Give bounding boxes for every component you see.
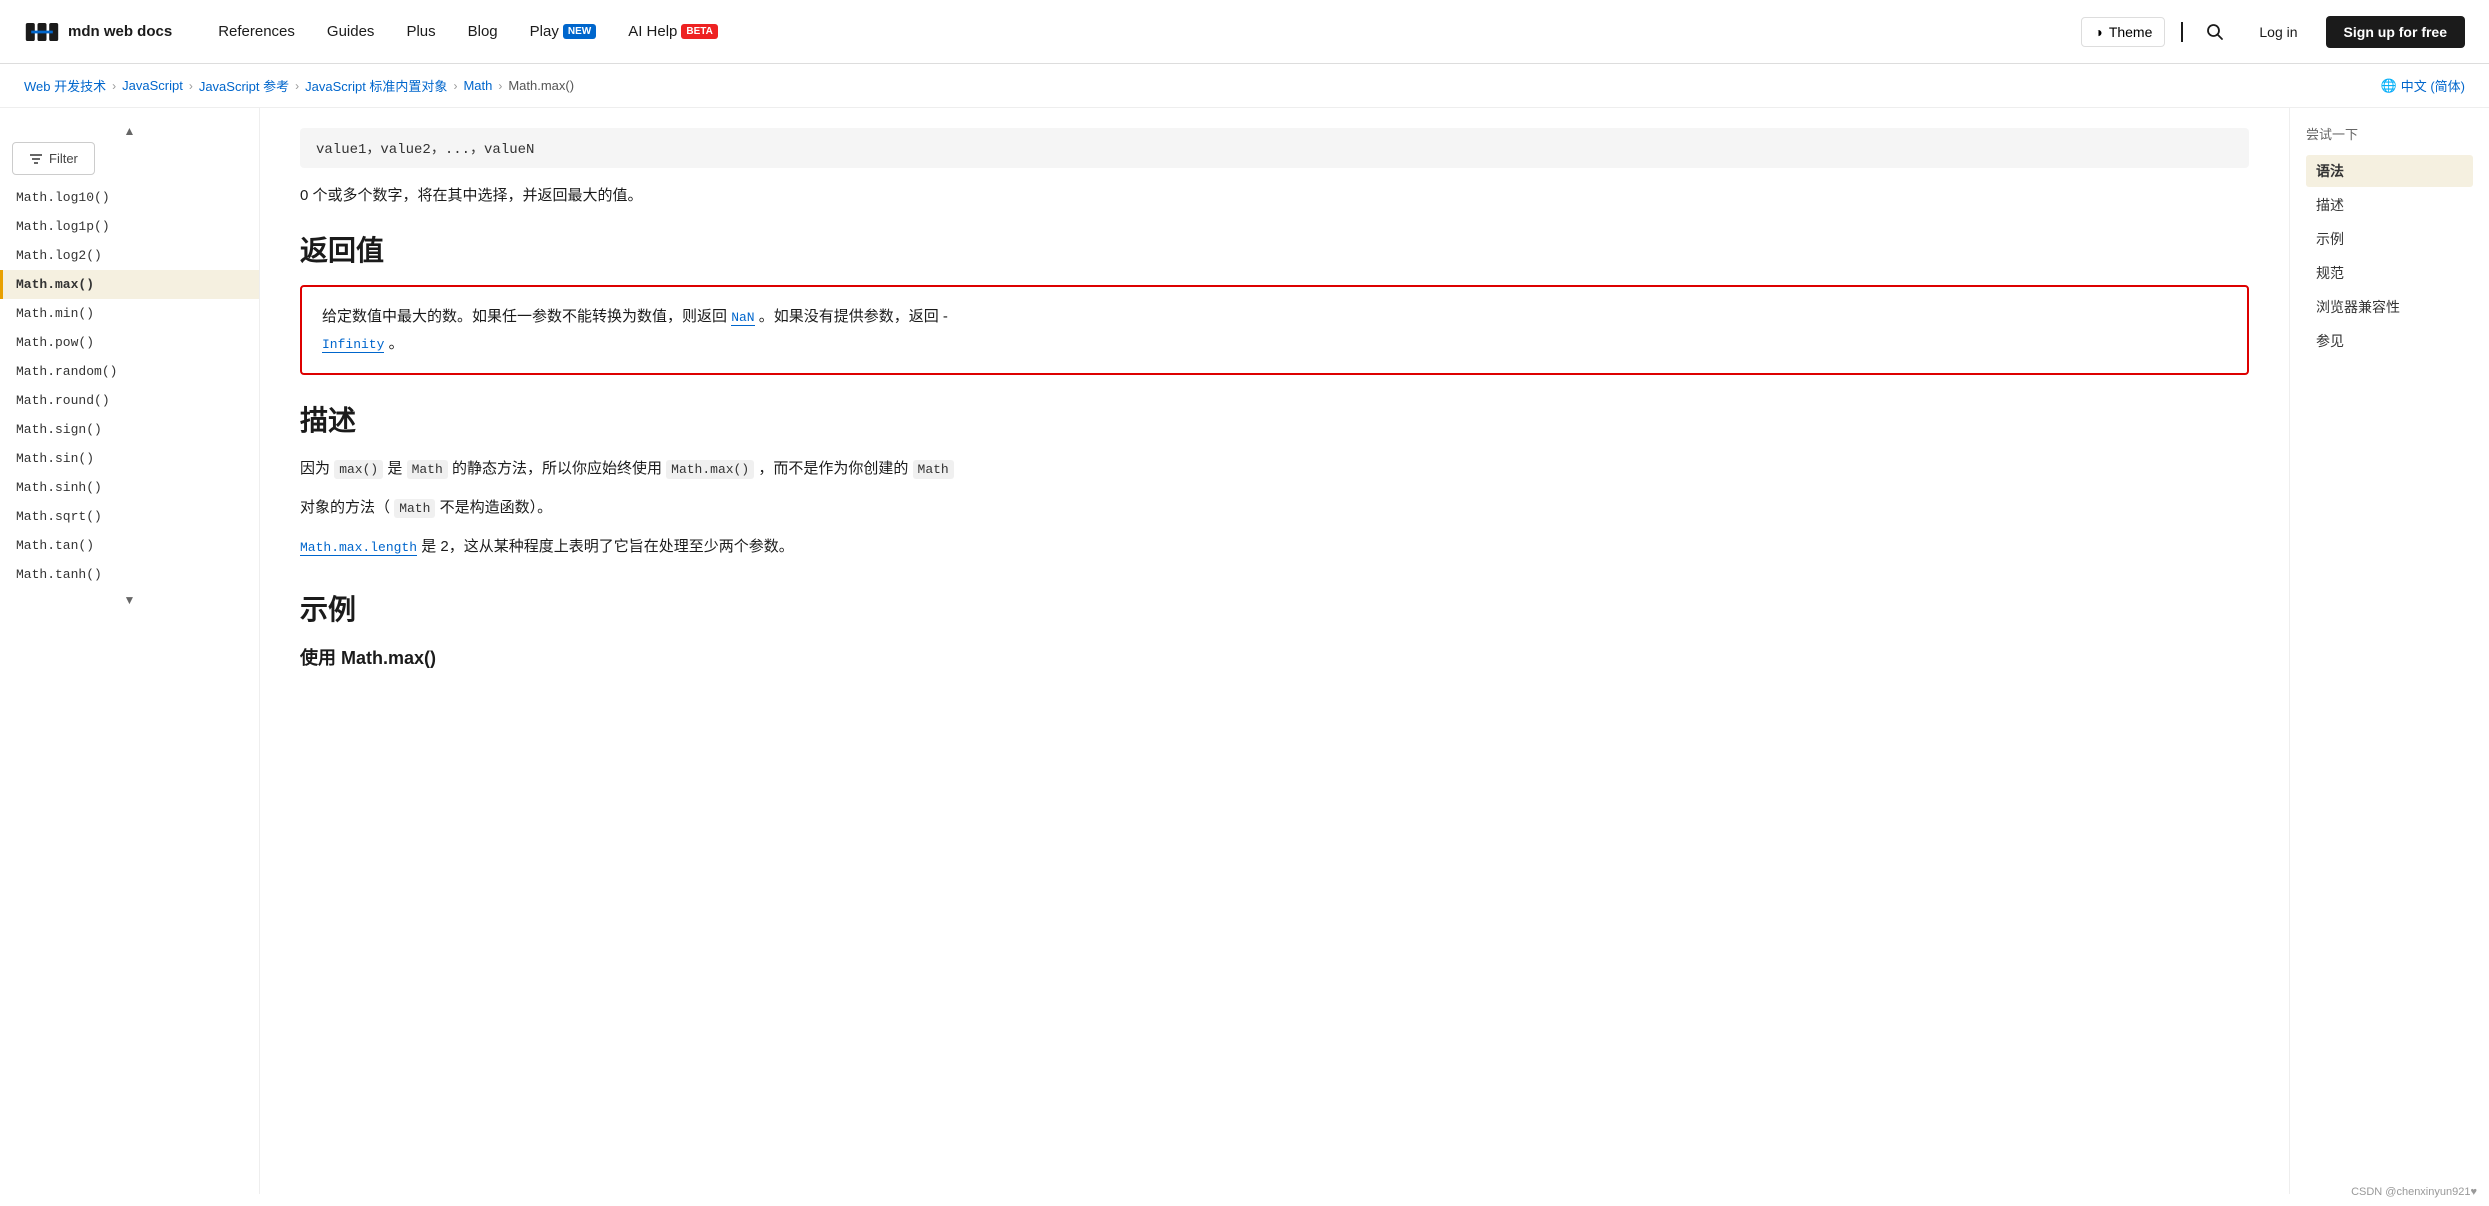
breadcrumb-lang[interactable]: 🌐 中文 (简体) xyxy=(2381,76,2465,95)
theme-label: Theme xyxy=(2109,24,2153,40)
return-text-middle: 。如果没有提供参数，返回 - xyxy=(759,308,948,325)
param-description: 0 个或多个数字，将在其中选择，并返回最大的值。 xyxy=(300,184,2249,205)
sidebar-item-3[interactable]: Math.max() xyxy=(0,270,259,299)
sidebar-filter-label: Filter xyxy=(49,151,78,166)
breadcrumb-sep-0: › xyxy=(112,79,116,93)
toc-item-2[interactable]: 示例 xyxy=(2306,223,2473,255)
login-button[interactable]: Log in xyxy=(2243,16,2313,48)
sidebar-item-1[interactable]: Math.log1p() xyxy=(0,212,259,241)
search-button[interactable] xyxy=(2199,16,2231,48)
return-value-title: 返回值 xyxy=(300,229,2249,269)
mathmax-length-link[interactable]: Math.max.length xyxy=(300,540,417,556)
lang-label: 中文 (简体) xyxy=(2401,76,2465,95)
sidebar-filter-button[interactable]: Filter xyxy=(12,142,95,175)
signup-button[interactable]: Sign up for free xyxy=(2326,16,2465,48)
sidebar-item-11[interactable]: Math.sqrt() xyxy=(0,502,259,531)
desc-code-max: max() xyxy=(334,460,383,479)
toc-item-1[interactable]: 描述 xyxy=(2306,189,2473,221)
toc-item-0[interactable]: 语法 xyxy=(2306,155,2473,187)
page-layout: ▲ Filter Math.log10() Math.log1p() Math.… xyxy=(0,108,2489,1194)
main-content: value1，value2，...，valueN 0 个或多个数字，将在其中选择… xyxy=(260,108,2289,1194)
sidebar-item-9[interactable]: Math.sin() xyxy=(0,444,259,473)
desc-paragraph-2: Math.max.length 是 2，这从某种程度上表明了它旨在处理至少两个参… xyxy=(300,533,2249,560)
nav-references[interactable]: References xyxy=(204,15,309,48)
badge-beta: BETA xyxy=(681,24,717,39)
return-text-after: 。 xyxy=(389,335,404,352)
sidebar-item-7[interactable]: Math.round() xyxy=(0,386,259,415)
mdn-logo-icon xyxy=(24,14,60,50)
logo-text: mdn web docs xyxy=(68,23,172,40)
desc-p1-end2: 不是构造函数）。 xyxy=(440,499,553,516)
breadcrumb-item-3[interactable]: JavaScript 标准内置对象 xyxy=(305,76,447,95)
sidebar-item-4[interactable]: Math.min() xyxy=(0,299,259,328)
breadcrumb-item-1[interactable]: JavaScript xyxy=(122,78,183,93)
nav-aihelp-label: AI Help xyxy=(628,23,677,40)
desc-p1-mid1: 是 xyxy=(387,460,402,477)
badge-new: NEW xyxy=(563,24,596,39)
infinity-link[interactable]: Infinity xyxy=(322,337,384,353)
breadcrumb-sep-3: › xyxy=(453,79,457,93)
desc-code-math1: Math xyxy=(407,460,448,479)
breadcrumb-item-4[interactable]: Math xyxy=(463,78,492,93)
nan-link[interactable]: NaN xyxy=(731,310,754,326)
sidebar-item-8[interactable]: Math.sign() xyxy=(0,415,259,444)
description-content: 因为 max() 是 Math 的静态方法，所以你应始终使用 Math.max(… xyxy=(300,455,2249,560)
desc-code-math3: Math xyxy=(394,499,435,518)
globe-icon: 🌐 xyxy=(2381,78,2397,94)
theme-icon: ◑ xyxy=(2094,24,2102,40)
breadcrumb-item-0[interactable]: Web 开发技术 xyxy=(24,76,106,95)
nav-play[interactable]: Play NEW xyxy=(516,15,611,48)
sidebar-item-5[interactable]: Math.pow() xyxy=(0,328,259,357)
sidebar-item-12[interactable]: Math.tan() xyxy=(0,531,259,560)
desc-p1-before: 因为 xyxy=(300,460,330,477)
desc-p2-rest: 是 2，这从某种程度上表明了它旨在处理至少两个参数。 xyxy=(421,538,794,555)
toc-item-4[interactable]: 浏览器兼容性 xyxy=(2306,291,2473,323)
example-title: 示例 xyxy=(300,588,2249,628)
filter-icon xyxy=(29,152,43,166)
toc-item-3[interactable]: 规范 xyxy=(2306,257,2473,289)
nav-blog[interactable]: Blog xyxy=(454,15,512,48)
breadcrumb-sep-1: › xyxy=(189,79,193,93)
sidebar: ▲ Filter Math.log10() Math.log1p() Math.… xyxy=(0,108,260,1194)
params-text: value1，value2，...，valueN xyxy=(300,128,2249,168)
sidebar-item-6[interactable]: Math.random() xyxy=(0,357,259,386)
toc-title: 尝试一下 xyxy=(2306,124,2473,143)
sidebar-scroll-up[interactable]: ▲ xyxy=(0,120,259,142)
desc-p1-mid3: ，而不是作为你创建的 xyxy=(758,460,908,477)
toc: 尝试一下 语法 描述 示例 规范 浏览器兼容性 参见 xyxy=(2289,108,2489,1194)
desc-paragraph-1: 因为 max() 是 Math 的静态方法，所以你应始终使用 Math.max(… xyxy=(300,455,2249,482)
desc-paragraph-1b: 对象的方法（ Math 不是构造函数）。 xyxy=(300,494,2249,521)
return-text-before: 给定数值中最大的数。如果任一参数不能转换为数值，则返回 xyxy=(322,308,727,325)
sidebar-item-10[interactable]: Math.sinh() xyxy=(0,473,259,502)
search-icon xyxy=(2206,23,2224,41)
desc-p1-end: 对象的方法（ xyxy=(300,499,390,516)
desc-code-mathmax: Math.max() xyxy=(666,460,754,479)
logo[interactable]: mdn web docs xyxy=(24,14,172,50)
main-nav: References Guides Plus Blog Play NEW AI … xyxy=(204,15,2081,48)
toc-item-5[interactable]: 参见 xyxy=(2306,325,2473,357)
nav-play-label: Play xyxy=(530,23,559,40)
sidebar-item-0[interactable]: Math.log10() xyxy=(0,183,259,212)
breadcrumb-sep-2: › xyxy=(295,79,299,93)
sidebar-scroll-down[interactable]: ▼ xyxy=(0,589,259,611)
desc-code-math2: Math xyxy=(913,460,954,479)
watermark: CSDN @chenxinyun921♥ xyxy=(2351,1186,2477,1198)
breadcrumb: Web 开发技术 › JavaScript › JavaScript 参考 › … xyxy=(0,64,2489,108)
example-subtitle: 使用 Math.max() xyxy=(300,644,2249,670)
return-box: 给定数值中最大的数。如果任一参数不能转换为数值，则返回 NaN 。如果没有提供参… xyxy=(300,285,2249,375)
description-title: 描述 xyxy=(300,399,2249,439)
sidebar-item-2[interactable]: Math.log2() xyxy=(0,241,259,270)
nav-guides[interactable]: Guides xyxy=(313,15,389,48)
header-separator xyxy=(2181,22,2183,42)
breadcrumb-current: Math.max() xyxy=(508,78,574,93)
breadcrumb-sep-4: › xyxy=(498,79,502,93)
header-actions: ◑ Theme Log in Sign up for free xyxy=(2081,16,2465,48)
theme-button[interactable]: ◑ Theme xyxy=(2081,17,2165,47)
nav-aihelp[interactable]: AI Help BETA xyxy=(614,15,732,48)
breadcrumb-item-2[interactable]: JavaScript 参考 xyxy=(199,76,289,95)
sidebar-item-13[interactable]: Math.tanh() xyxy=(0,560,259,589)
nav-plus[interactable]: Plus xyxy=(392,15,449,48)
desc-p1-mid2: 的静态方法，所以你应始终使用 xyxy=(452,460,662,477)
